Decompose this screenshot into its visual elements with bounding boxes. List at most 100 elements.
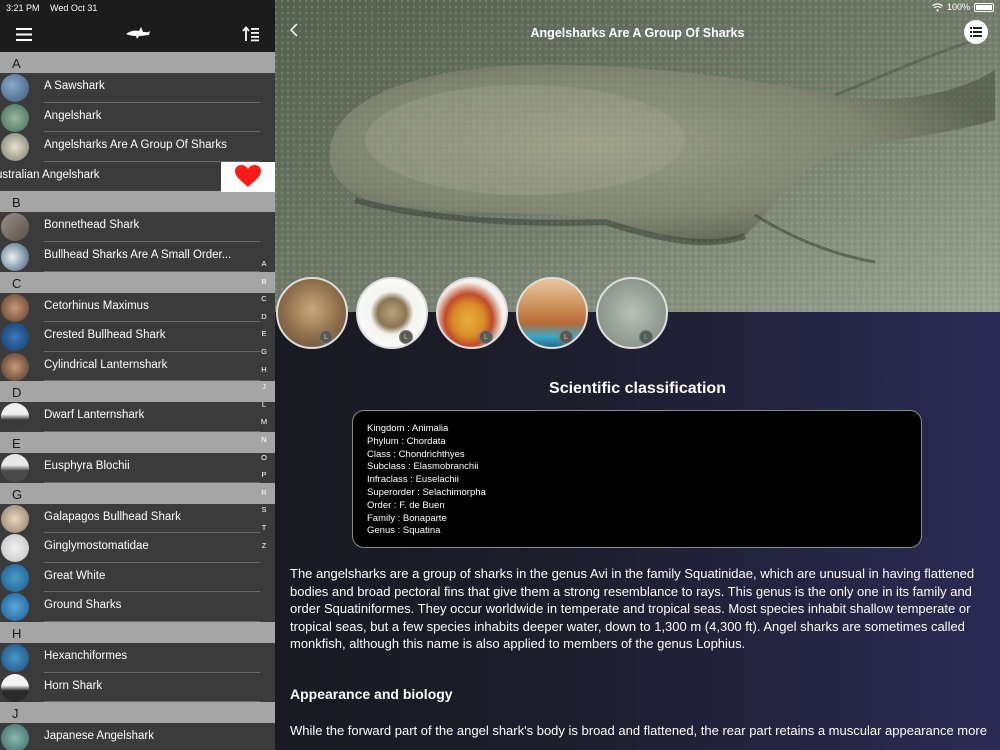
list-item[interactable]: ustralian Angelshark [0, 161, 275, 192]
classification-box: Kingdom : Animalia Phylum : Chordata Class… [352, 410, 922, 548]
list-item-label: Galapagos Bullhead Shark [44, 510, 181, 523]
shark-thumbnail [1, 352, 29, 381]
gallery-badge: L [479, 330, 493, 344]
status-time: 3:21 PM [6, 3, 40, 13]
favorite-button[interactable] [221, 161, 275, 192]
shark-thumbnail [1, 403, 29, 432]
list-item[interactable]: Ginglymostomatidae [0, 533, 275, 563]
index-letter-l[interactable]: L [258, 396, 270, 414]
index-letter-c[interactable]: C [258, 290, 270, 308]
index-letter-j[interactable]: J [258, 378, 270, 396]
shark-thumbnail [1, 504, 29, 533]
gallery-thumb[interactable]: L [276, 277, 348, 349]
gallery-thumb[interactable]: L [596, 277, 668, 349]
list-icon [970, 27, 982, 37]
list-item[interactable]: Eusphyra Blochii [0, 452, 275, 483]
appearance-heading: Appearance and biology [290, 686, 453, 702]
index-letter-p[interactable]: P [258, 466, 270, 484]
shark-thumbnail [1, 213, 29, 242]
index-letter-r[interactable]: R [258, 484, 270, 502]
shark-thumbnail [1, 133, 29, 162]
list-item[interactable]: Cylindrical Lanternshark [0, 351, 275, 382]
wifi-icon [932, 2, 943, 11]
list-item[interactable]: Angelsharks Are A Group Of Sharks [0, 132, 275, 162]
list-item[interactable]: Japanese Angelshark [0, 723, 275, 750]
classification-line: Class : Chondrichthyes [367, 448, 465, 460]
index-letter-s[interactable]: S [258, 501, 270, 519]
list-item-label: Horn Shark [44, 679, 103, 692]
list-item-label: Crested Bullhead Shark [44, 329, 166, 342]
shark-thumbnail [1, 563, 29, 592]
shark-thumbnail [1, 593, 29, 622]
hero-image: 100% Angelsharks Are A Group Of Sharks [275, 0, 1000, 312]
list-item[interactable]: Galapagos Bullhead Shark [0, 503, 275, 534]
detail-view: 100% Angelsharks Are A Group Of Sharks L… [275, 0, 1000, 750]
list-item[interactable]: Great White [0, 562, 275, 593]
list-item[interactable]: Horn Shark [0, 672, 275, 703]
list-item-label: Cylindrical Lanternshark [44, 358, 168, 371]
alphabet-index[interactable]: ABCDEGHJLMNOPRSTZ [258, 255, 270, 554]
row-divider [44, 701, 260, 703]
sidebar-header [0, 16, 275, 52]
classification-title: Scientific classification [549, 380, 726, 397]
battery-percent: 100% [946, 2, 970, 12]
gallery-badge: L [399, 330, 413, 344]
index-letter-a[interactable]: A [258, 255, 270, 273]
index-letter-m[interactable]: M [258, 413, 270, 431]
section-header-c: C [0, 271, 275, 293]
index-letter-z[interactable]: Z [258, 537, 270, 555]
index-letter-g[interactable]: G [258, 343, 270, 361]
list-item-label: Angelshark [44, 109, 102, 122]
list-item-label: Great White [44, 569, 106, 582]
battery-icon [974, 2, 994, 12]
index-letter-e[interactable]: E [258, 325, 270, 343]
row-divider [44, 481, 260, 483]
list-item-label: Ground Sharks [44, 599, 122, 612]
index-letter-d[interactable]: D [258, 308, 270, 326]
section-header-d: D [0, 381, 275, 403]
list-item-label: A Sawshark [44, 80, 105, 92]
row-divider [44, 380, 260, 382]
sort-icon [242, 26, 259, 42]
gallery-thumb[interactable]: L [356, 277, 428, 349]
angelshark-photo [275, 0, 1000, 312]
list-item[interactable]: Ground Sharks [0, 592, 275, 622]
sort-button[interactable] [237, 16, 265, 52]
list-item-label: Japanese Angelshark [44, 730, 154, 743]
list-item-label: Angelsharks Are A Group Of Sharks [44, 139, 227, 152]
list-item-label: Bullhead Sharks Are A Small Order... [44, 248, 232, 261]
list-item[interactable]: Angelshark [0, 102, 275, 133]
row-divider [44, 620, 260, 622]
status-date: Wed Oct 31 [50, 3, 98, 13]
index-letter-t[interactable]: T [258, 519, 270, 537]
index-letter-b[interactable]: B [258, 273, 270, 291]
list-item[interactable]: Bullhead Sharks Are A Small Order... [0, 241, 275, 272]
shark-thumbnail [1, 724, 29, 750]
list-item[interactable]: Bonnethead Shark [0, 212, 275, 242]
list-item[interactable]: A Sawshark [0, 73, 275, 103]
gallery-thumb[interactable]: L [436, 277, 508, 349]
status-bar-right: 100% [932, 2, 994, 12]
list-item[interactable]: Dwarf Lanternshark [0, 402, 275, 432]
list-item[interactable]: Crested Bullhead Shark [0, 322, 275, 352]
shark-thumbnail [1, 673, 29, 702]
index-letter-n[interactable]: N [258, 431, 270, 449]
classification-line: Superorder : Selachimorpha [367, 486, 486, 498]
shark-thumbnail [1, 242, 29, 271]
sidebar: 3:21 PM Wed Oct 31 AA Sawshark Angelshar… [0, 0, 275, 750]
menu-button[interactable] [10, 16, 38, 52]
description-text: The angelsharks are a group of sharks in… [290, 566, 975, 652]
index-letter-h[interactable]: H [258, 361, 270, 379]
gallery-thumb[interactable]: L [516, 277, 588, 349]
list-item[interactable]: Hexanchiformes [0, 642, 275, 673]
shark-thumbnail [1, 293, 29, 322]
list-item-label: Eusphyra Blochii [44, 459, 130, 472]
list-button[interactable] [964, 20, 988, 44]
classification-line: Phylum : Chordata [367, 435, 446, 447]
list-item[interactable]: Cetorhinus Maximus [0, 292, 275, 323]
appearance-text: While the forward part of the angel shar… [290, 723, 990, 738]
shark-thumbnail [1, 323, 29, 352]
index-letter-o[interactable]: O [258, 449, 270, 467]
section-header-e: E [0, 431, 275, 453]
list-item-label: ustralian Angelshark [0, 168, 100, 181]
